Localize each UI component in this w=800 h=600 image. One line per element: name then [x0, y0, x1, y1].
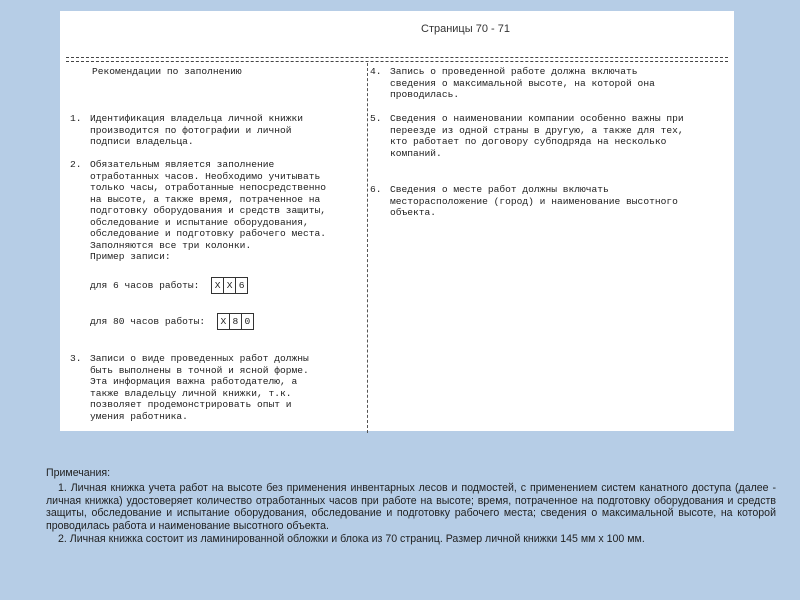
top-dashed-rule [66, 57, 728, 58]
item-4-number: 4. [370, 66, 382, 77]
column-divider [367, 63, 368, 433]
item-1-line: подписи владельца. [90, 136, 194, 147]
item-4-text: Запись о проведенной работе должна включ… [390, 66, 720, 101]
item-6-line: Сведения о месте работ должны включать [390, 184, 609, 195]
item-2-line: только часы, отработанные непосредственн… [90, 182, 327, 193]
item-2-text: Обязательным является заполнение отработ… [90, 159, 360, 263]
item-6-text: Сведения о месте работ должны включать м… [390, 184, 720, 219]
item-6-number: 6. [370, 184, 382, 195]
page-numbers-header: Страницы 70 - 71 [421, 23, 510, 35]
item-3-text: Записи о виде проведенных работ должны б… [90, 353, 360, 422]
note-1: 1. Личная книжка учета работ на высоте б… [46, 481, 776, 533]
example-80-hours-label: для 80 часов работы: [90, 316, 206, 328]
item-6-line: месторасположение (город) и наименование… [390, 195, 678, 207]
item-5-line: Сведения о наименовании компании особенн… [390, 113, 684, 124]
item-6-line: объекта. [390, 207, 437, 218]
example-6-hours-label: для 6 часов работы: [90, 280, 200, 292]
item-3-line: также владельцу личной книжки, т.к. [90, 387, 292, 399]
item-5-line: компаний. [390, 147, 442, 159]
item-3-line: умения работника. [90, 410, 188, 422]
recommendations-title: Рекомендации по заполнению [92, 66, 242, 77]
item-3-line: быть выполнены в точной и ясной форме. [90, 364, 309, 376]
item-3-number: 3. [70, 353, 82, 364]
item-3-line: Эта информация важна работодателю, а [90, 376, 298, 387]
item-2-line: подготовку оборудования и средств защиты… [90, 205, 327, 216]
item-1-text: Идентификация владельца личной книжки пр… [90, 113, 360, 148]
item-1-line: Идентификация владельца личной книжки [90, 113, 304, 124]
item-3-line: Записи о виде проведенных работ должны [90, 353, 309, 364]
example-6-hours-cells: X X 6 [211, 277, 249, 294]
item-4-line: сведения о максимальной высоте, на котор… [390, 77, 655, 89]
example-6-hours: для 6 часов работы: X X 6 [90, 277, 249, 294]
example-80-hours-cells: X 8 0 [216, 313, 254, 330]
example-80-hours: для 80 часов работы: X 8 0 [90, 313, 254, 330]
hours-cell: 0 [240, 314, 253, 329]
item-2-line: обследование и подготовку рабочего места… [90, 228, 327, 239]
hours-cell: 6 [235, 278, 247, 293]
item-2-line: на высоте, а также время, потраченное на [90, 193, 321, 205]
item-5-line: кто работает по договору субподряда на н… [390, 136, 667, 147]
item-4-line: проводилась. [390, 89, 460, 100]
item-2-line: Пример записи: [90, 251, 171, 262]
item-2-number: 2. [70, 159, 82, 170]
item-1-number: 1. [70, 113, 82, 124]
document-page: Страницы 70 - 71 Рекомендации по заполне… [60, 11, 734, 433]
notes-section: Примечания: 1. Личная книжка учета работ… [46, 467, 776, 546]
hours-cell: 8 [228, 314, 241, 329]
hours-cell: X [223, 278, 235, 293]
notes-title: Примечания: [46, 467, 111, 479]
item-2-line: отработанных часов. Необходимо учитывать [90, 170, 321, 182]
note-2: 2. Личная книжка состоит из ламинированн… [58, 532, 645, 545]
item-5-number: 5. [370, 113, 382, 124]
item-1-line: производится по фотографии и личной [90, 124, 292, 136]
item-2-line: Обязательным является заполнение [90, 159, 275, 170]
hours-cell: X [220, 316, 227, 327]
item-5-line: переезде из одной страны в другую, а так… [390, 124, 684, 136]
hours-cell: X [214, 280, 221, 291]
top-dashed-rule-2 [66, 61, 728, 62]
item-3-line: позволяет продемонстрировать опыт и [90, 399, 292, 410]
item-2-line: обследование и испытание оборудования, [90, 216, 309, 228]
item-2-line: Заполняются все три колонки. [90, 239, 252, 251]
item-4-line: Запись о проведенной работе должна включ… [390, 66, 638, 77]
item-5-text: Сведения о наименовании компании особенн… [390, 113, 720, 159]
